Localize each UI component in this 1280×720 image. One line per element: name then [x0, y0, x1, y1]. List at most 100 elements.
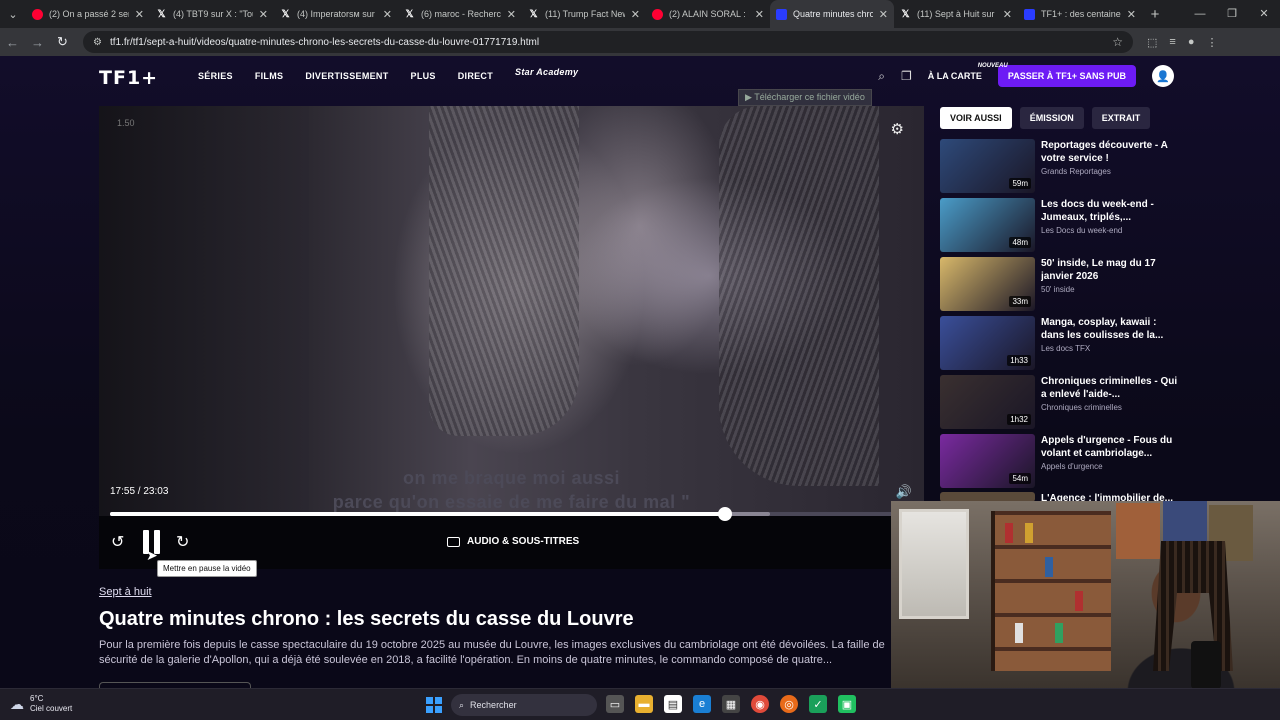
windows-start-icon[interactable] — [426, 697, 442, 713]
tab-voir-aussi[interactable]: VOIR AUSSI — [940, 107, 1012, 129]
audio-subtitles-label: AUDIO & SOUS-TITRES — [467, 536, 580, 547]
tab-title: (11) Sept à Huit sur X — [917, 9, 997, 19]
close-tab-icon[interactable]: ✕ — [507, 8, 516, 21]
close-tab-icon[interactable]: ✕ — [259, 8, 268, 21]
store-icon[interactable]: ▦ — [722, 695, 740, 713]
subscribe-button[interactable]: PASSER À TF1+ SANS PUB — [997, 65, 1136, 87]
tab-search-icon[interactable]: ⌄ — [0, 0, 26, 28]
volume-icon[interactable]: 🔊 — [896, 484, 912, 500]
forward-icon[interactable]: → — [25, 35, 50, 50]
subtitle-line-2: parce qu'on essaie de me faire du mal " — [332, 492, 691, 512]
recommendation-subtitle: 50' inside — [1041, 285, 1075, 294]
notepad-icon[interactable]: ▤ — [664, 695, 682, 713]
close-tab-icon[interactable]: ✕ — [631, 8, 640, 21]
nav-films[interactable]: FILMS — [255, 71, 284, 81]
close-tab-icon[interactable]: ✕ — [135, 8, 144, 21]
tab-title: (6) maroc - Recherche — [421, 9, 501, 19]
download-video-banner[interactable]: ▶ Télécharger ce fichier vidéo — [738, 89, 872, 106]
settings-gear-icon[interactable]: ⚙ — [891, 120, 904, 138]
download-label: Télécharger ce fichier vidéo — [754, 92, 865, 102]
recommendation-item[interactable]: 1h32 Chroniques criminelles - Qui a enlev… — [940, 375, 1177, 429]
tf1-logo[interactable]: TF1+ — [99, 67, 158, 89]
new-tab-button[interactable]: + — [1142, 6, 1168, 23]
recommendation-subtitle: Grands Reportages — [1041, 167, 1111, 176]
browser-tab[interactable]: TF1+ : des centaines... ✕ — [1018, 0, 1142, 28]
browser-tab[interactable]: 𝕏 (4) Imperatorsм sur X ✕ — [274, 0, 398, 28]
firefox-icon[interactable]: ◎ — [780, 695, 798, 713]
profile-icon[interactable]: ● — [1188, 36, 1195, 49]
close-tab-icon[interactable]: ✕ — [383, 8, 392, 21]
recommendation-item[interactable]: 33m 50' inside, Le mag du 17 janvier 2026… — [940, 257, 1175, 311]
scrub-handle[interactable] — [717, 507, 732, 521]
audio-subtitles-button[interactable]: AUDIO & SOUS-TITRES — [447, 536, 579, 547]
weather-widget[interactable]: ☁ 6°C Ciel couvert — [10, 694, 72, 714]
obs-icon[interactable]: ▣ — [838, 695, 856, 713]
forward-10-icon[interactable]: ↻ — [176, 532, 189, 552]
site-info-icon[interactable]: ⚙ — [93, 37, 102, 48]
edge-icon[interactable]: e — [693, 695, 711, 713]
browser-tab[interactable]: Quatre minutes chrono ✕ — [770, 0, 894, 28]
browser-menu-icon[interactable]: ⋮ — [1206, 36, 1217, 49]
a-la-carte-link[interactable]: À LA CARTE NOUVEAU — [928, 63, 1008, 81]
media-controls-icon[interactable]: ≡ — [1169, 36, 1175, 49]
close-window-icon[interactable]: ✕ — [1248, 0, 1280, 28]
minimize-icon[interactable]: — — [1184, 0, 1216, 28]
tab-title: (4) TBT9 sur X : "Tout... — [173, 9, 253, 19]
account-icon[interactable]: 👤 — [1152, 65, 1174, 87]
close-tab-icon[interactable]: ✕ — [879, 8, 888, 21]
tab-title: TF1+ : des centaines... — [1041, 9, 1121, 19]
video-frame[interactable] — [99, 106, 924, 516]
nav-direct[interactable]: DIRECT — [458, 71, 493, 81]
youtube-favicon-icon — [32, 8, 43, 20]
recommendation-item[interactable]: 54m Appels d'urgence - Fous du volant et … — [940, 434, 1175, 488]
close-tab-icon[interactable]: ✕ — [755, 8, 764, 21]
recommendation-title: 50' inside, Le mag du 17 janvier 2026 — [1041, 258, 1156, 282]
recommendation-item[interactable]: 48m Les docs du week-end - Jumeaux, tripl… — [940, 198, 1175, 252]
browser-tab[interactable]: 𝕏 (4) TBT9 sur X : "Tout... ✕ — [150, 0, 274, 28]
my-list-icon[interactable]: ❐ — [901, 69, 912, 83]
excel-icon[interactable]: ✓ — [809, 695, 827, 713]
x-favicon-icon: 𝕏 — [529, 8, 538, 20]
duration-badge: 48m — [1009, 237, 1031, 248]
search-icon[interactable]: ⌕ — [878, 69, 885, 84]
show-link[interactable]: Sept à huit — [99, 586, 152, 598]
reload-icon[interactable]: ↻ — [50, 34, 75, 50]
maximize-icon[interactable]: ❐ — [1216, 0, 1248, 28]
duration-badge: 1h32 — [1007, 414, 1031, 425]
taskbar-search[interactable]: ⌕ Rechercher — [451, 694, 597, 716]
recommendation-item[interactable]: 59m Reportages découverte - A votre servi… — [940, 139, 1175, 193]
tab-extrait[interactable]: EXTRAIT — [1091, 107, 1151, 129]
browser-tab[interactable]: 𝕏 (6) maroc - Recherche ✕ — [398, 0, 522, 28]
browser-tab[interactable]: 𝕏 (11) Sept à Huit sur X ✕ — [894, 0, 1018, 28]
browser-tab[interactable]: (2) ALAIN SORAL : Le... ✕ — [646, 0, 770, 28]
recommendation-item[interactable]: 1h33 Manga, cosplay, kawaii : dans les co… — [940, 316, 1175, 370]
windows-taskbar: ☁ 6°C Ciel couvert ⌕ Rechercher ▭ ▬ ▤ e … — [0, 688, 1280, 720]
video-player[interactable]: 1.50 ⚙ on me braque moi aussi parce qu'o… — [99, 106, 924, 569]
recommendation-title: Reportages découverte - A votre service … — [1041, 140, 1168, 164]
playback-speed: 1.50 — [117, 118, 135, 128]
main-nav: SÉRIES FILMS DIVERTISSEMENT PLUS DIRECT … — [198, 68, 578, 82]
tab-emission[interactable]: ÉMISSION — [1019, 107, 1084, 129]
recommendation-title: Appels d'urgence - Fous du volant et cam… — [1041, 435, 1173, 459]
progress-bar[interactable] — [110, 507, 900, 521]
duration-badge: 33m — [1009, 296, 1031, 307]
browser-tab[interactable]: (2) On a passé 2 semaines... ✕ — [26, 0, 150, 28]
bookmark-star-icon[interactable]: ☆ — [1112, 35, 1123, 49]
close-tab-icon[interactable]: ✕ — [1127, 8, 1136, 21]
weather-desc: Ciel couvert — [30, 704, 73, 713]
mouse-cursor-icon: ➤ — [146, 547, 158, 563]
chrome-icon[interactable]: ◉ — [751, 695, 769, 713]
nav-divertissement[interactable]: DIVERTISSEMENT — [305, 71, 388, 81]
back-icon[interactable]: ← — [0, 35, 25, 50]
url-field[interactable]: ⚙ tf1.fr/tf1/sept-a-huit/videos/quatre-m… — [83, 31, 1133, 53]
tf1-favicon-icon — [1024, 8, 1035, 20]
close-tab-icon[interactable]: ✕ — [1003, 8, 1012, 21]
extensions-icon[interactable]: ⬚ — [1147, 36, 1157, 49]
task-view-icon[interactable]: ▭ — [606, 695, 624, 713]
nav-star-academy[interactable]: Star Academy — [515, 68, 578, 81]
rewind-10-icon[interactable]: ↺ — [111, 532, 124, 552]
nav-plus[interactable]: PLUS — [411, 71, 436, 81]
file-explorer-icon[interactable]: ▬ — [635, 695, 653, 713]
browser-tab[interactable]: 𝕏 (11) Trump Fact News ✕ — [522, 0, 646, 28]
nav-series[interactable]: SÉRIES — [198, 71, 233, 81]
